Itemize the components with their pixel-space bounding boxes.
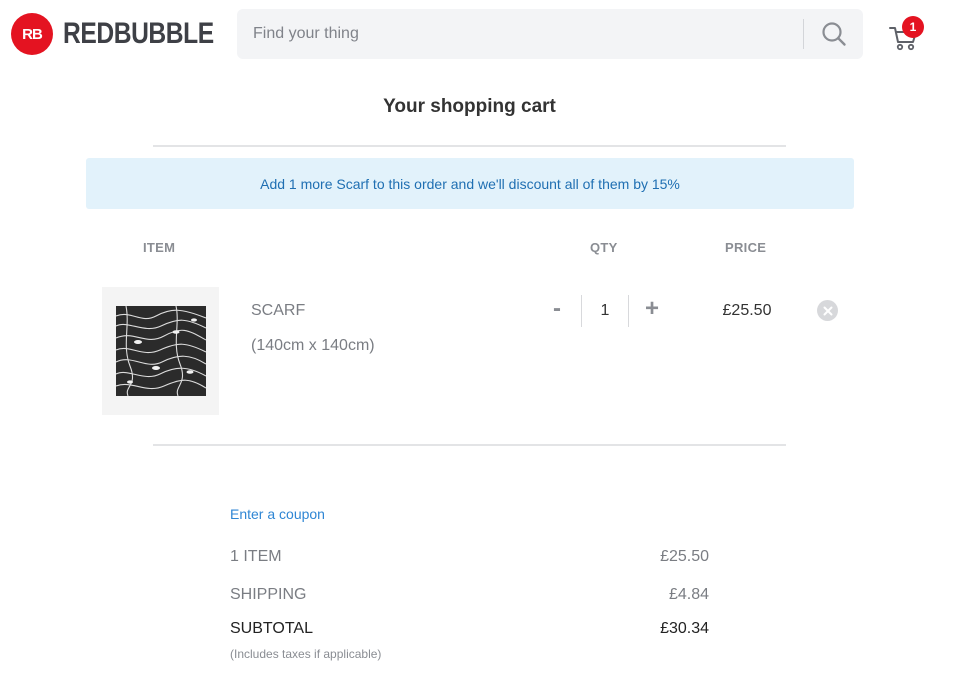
logo-text: REDBUBBLE [63,17,214,50]
subtotal-value: £30.34 [660,620,709,637]
enter-coupon-link[interactable]: Enter a coupon [230,506,325,522]
items-total-value: £25.50 [660,548,709,565]
items-count-label: 1 ITEM [230,548,282,565]
item-size: (140cm x 140cm) [251,337,375,354]
qty-decrease-button[interactable]: - [543,294,571,324]
tax-note: (Includes taxes if applicable) [230,647,382,661]
discount-notice: Add 1 more Scarf to this order and we'll… [86,158,854,209]
divider [153,145,786,147]
column-header-item: ITEM [143,240,176,255]
remove-icon [823,306,832,315]
qty-increase-button[interactable]: + [638,294,666,324]
search-button[interactable] [804,9,863,59]
qty-input[interactable]: 1 [581,295,629,327]
search-input[interactable] [237,9,803,59]
shipping-label: SHIPPING [230,586,307,603]
item-price: £25.50 [722,302,772,319]
search-bar [237,9,863,59]
remove-item-button[interactable] [817,300,838,321]
redbubble-logo[interactable]: RB REDBUBBLE [11,13,247,55]
subtotal-label: SUBTOTAL [230,620,313,637]
page-title: Your shopping cart [383,96,556,117]
search-icon [821,22,846,46]
item-name[interactable]: SCARF [251,302,305,320]
product-thumbnail[interactable] [102,287,219,415]
column-header-qty: QTY [590,240,618,255]
scarf-pattern-image [115,306,206,396]
shipping-value: £4.84 [668,586,709,603]
logo-mark: RB [11,13,53,55]
divider [153,444,786,446]
cart-count-badge: 1 [902,16,924,38]
column-header-price: PRICE [725,240,767,255]
